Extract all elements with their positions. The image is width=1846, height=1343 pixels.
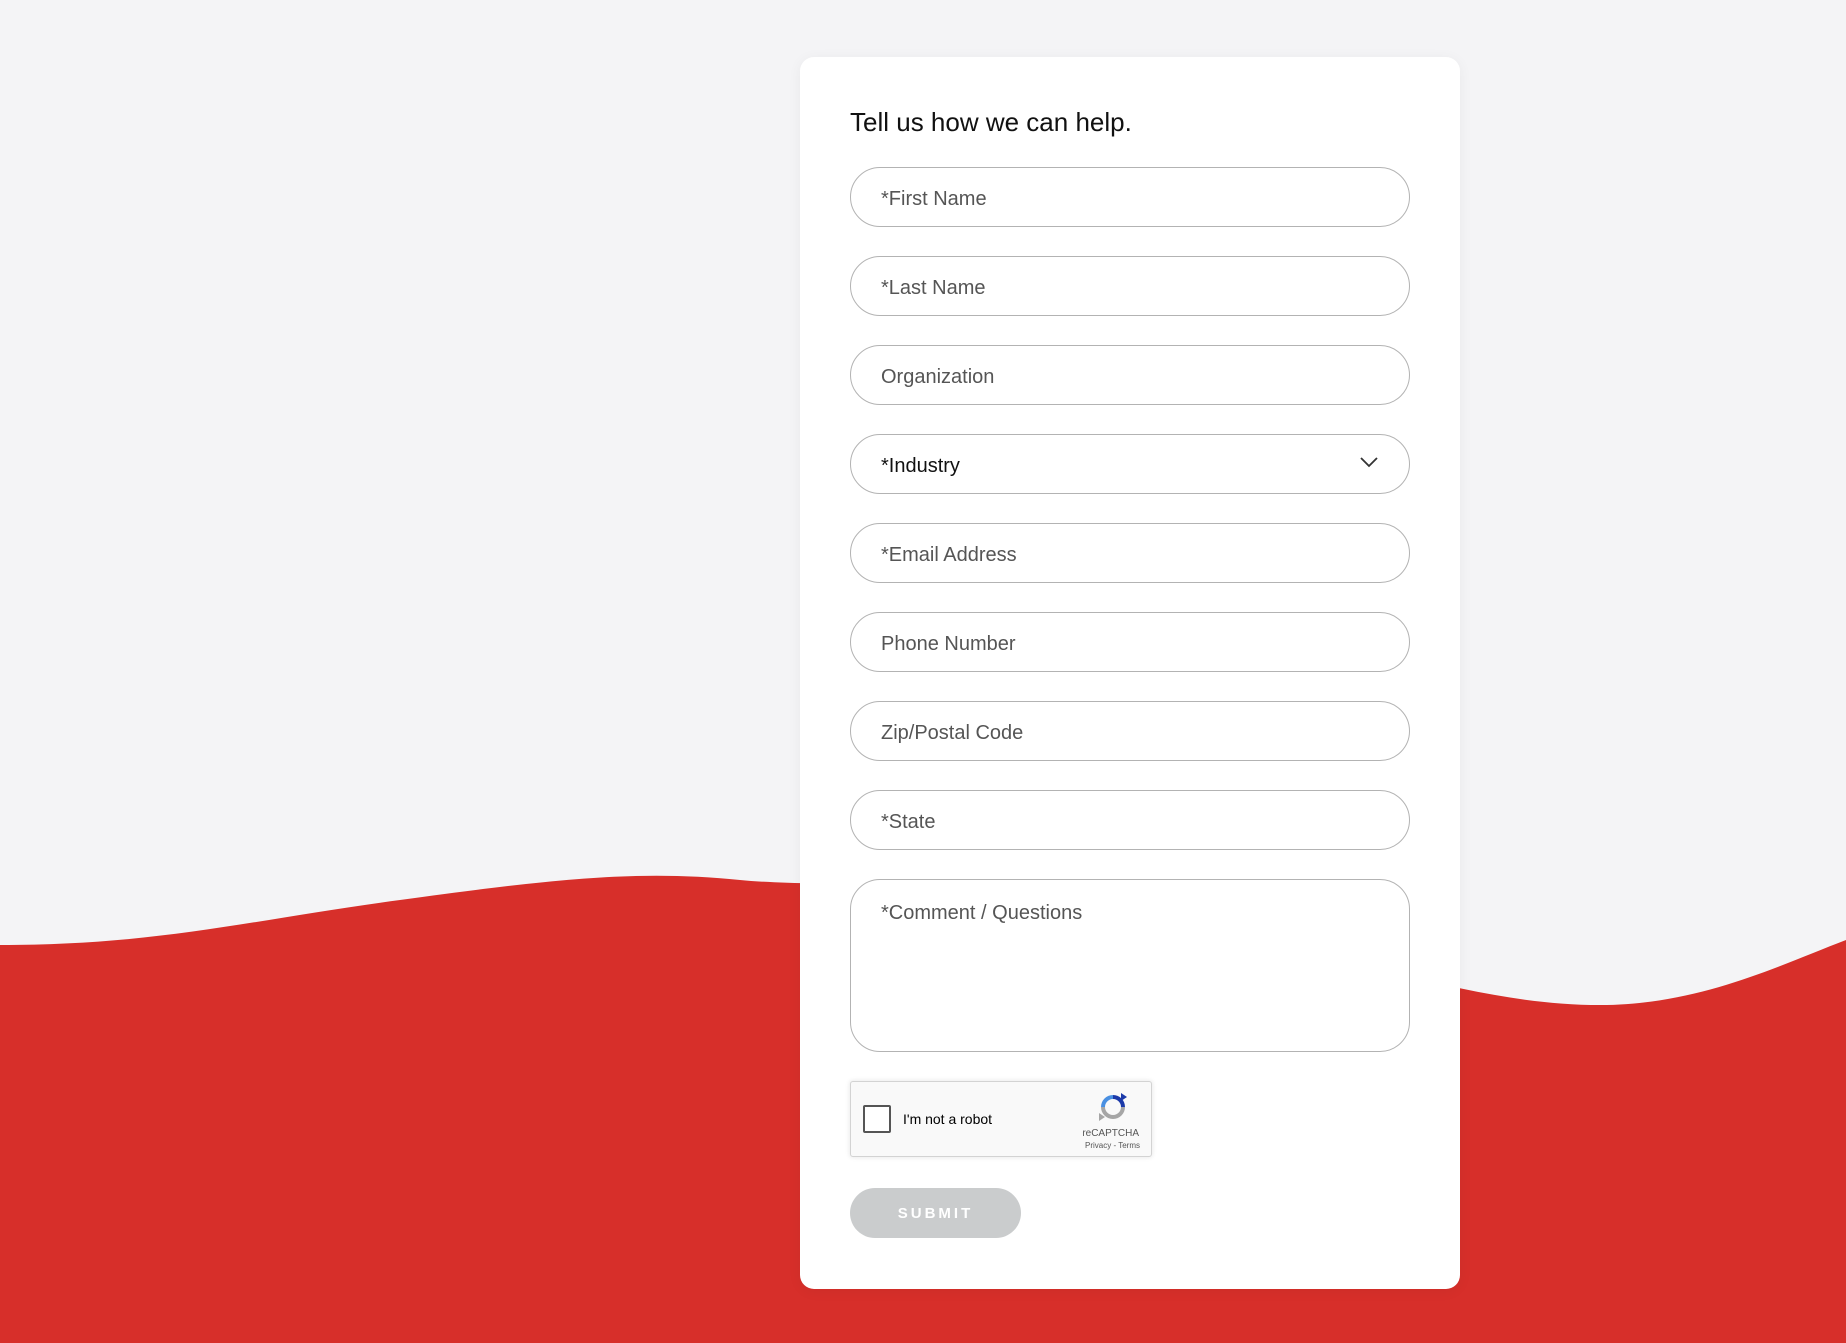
recaptcha-widget: I'm not a robot reCAPTCHA Privacy - Term… [850, 1081, 1152, 1157]
contact-form-card: Tell us how we can help. *Industry I'm n… [800, 57, 1460, 1289]
organization-field[interactable] [850, 345, 1410, 405]
recaptcha-logo-icon [1099, 1093, 1127, 1121]
first-name-field[interactable] [850, 167, 1410, 227]
last-name-input[interactable] [881, 276, 1379, 300]
industry-select-value: *Industry [881, 454, 960, 477]
state-input[interactable] [881, 810, 1379, 834]
submit-button[interactable]: SUBMIT [850, 1188, 1021, 1238]
recaptcha-checkbox[interactable] [863, 1105, 891, 1133]
zip-input[interactable] [881, 721, 1379, 745]
last-name-field[interactable] [850, 256, 1410, 316]
recaptcha-brand: reCAPTCHA [1082, 1128, 1139, 1139]
email-field[interactable] [850, 523, 1410, 583]
recaptcha-terms-link[interactable]: Terms [1118, 1141, 1140, 1150]
phone-input[interactable] [881, 632, 1379, 656]
chevron-down-icon [1360, 457, 1378, 468]
recaptcha-links: Privacy - Terms [1085, 1141, 1140, 1150]
zip-field[interactable] [850, 701, 1410, 761]
email-input[interactable] [881, 543, 1379, 567]
organization-input[interactable] [881, 365, 1379, 389]
form-title: Tell us how we can help. [850, 107, 1132, 137]
phone-field[interactable] [850, 612, 1410, 672]
recaptcha-privacy-link[interactable]: Privacy [1085, 1141, 1111, 1150]
recaptcha-label: I'm not a robot [903, 1111, 993, 1127]
first-name-input[interactable] [881, 187, 1379, 211]
comment-textarea[interactable] [881, 902, 1379, 1032]
comment-field[interactable] [850, 879, 1410, 1052]
state-field[interactable] [850, 790, 1410, 850]
industry-select[interactable]: *Industry [850, 434, 1410, 494]
